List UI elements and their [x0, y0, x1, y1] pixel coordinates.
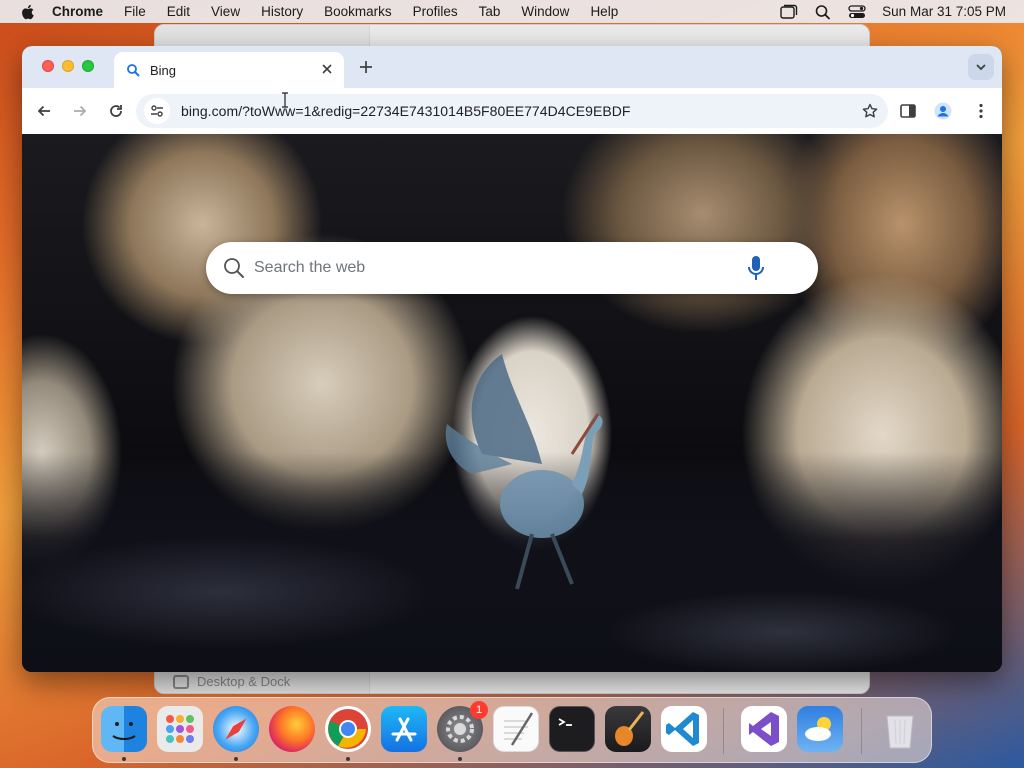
system-settings-running-dot — [458, 757, 462, 761]
profile-avatar-icon[interactable] — [934, 102, 952, 120]
menu-file[interactable]: File — [124, 4, 146, 19]
tune-settings-icon — [151, 105, 163, 117]
window-switcher-icon[interactable] — [780, 4, 798, 20]
google-chrome-icon[interactable] — [325, 706, 371, 752]
control-center-icon[interactable] — [848, 4, 866, 20]
launchpad-grid-icon — [166, 715, 194, 743]
chrome-window: Bing bing.com/?toWww=1&redig=22734E74310… — [22, 46, 1002, 672]
search-icon — [127, 64, 140, 77]
menu-bar: Chrome File Edit View History Bookmarks … — [0, 0, 1024, 23]
forward-arrow-icon[interactable] — [72, 103, 88, 119]
chrome-logo-icon — [328, 709, 368, 749]
menu-help[interactable]: Help — [590, 4, 618, 19]
trash-can-icon — [886, 715, 914, 749]
search-input[interactable] — [254, 253, 724, 283]
terminal-icon[interactable] — [549, 706, 595, 752]
status-area: Sun Mar 31 7:05 PM — [764, 0, 1006, 23]
guitar-icon — [615, 711, 645, 746]
bing-page — [22, 134, 1002, 672]
menu-view[interactable]: View — [211, 4, 240, 19]
painted-egg-crane-image — [445, 354, 603, 590]
new-tab-icon[interactable] — [358, 59, 374, 75]
microphone-icon[interactable] — [746, 254, 766, 282]
visual-studio-icon[interactable] — [741, 706, 787, 752]
sidebar-item-label: Desktop & Dock — [197, 674, 291, 689]
close-window-button[interactable] — [42, 60, 54, 72]
dock: 1 — [92, 697, 932, 763]
safari-running-dot — [234, 757, 238, 761]
visual-studio-logo-icon — [749, 712, 779, 746]
reload-icon[interactable] — [108, 103, 124, 119]
maximize-window-button[interactable] — [82, 60, 94, 72]
back-arrow-icon[interactable] — [36, 103, 52, 119]
bing-search-box[interactable] — [206, 242, 818, 294]
menu-window[interactable]: Window — [521, 4, 569, 19]
finder-running-dot — [122, 757, 126, 761]
menu-app-name[interactable]: Chrome — [52, 4, 103, 19]
chevron-down-icon — [976, 64, 986, 71]
dock-separator — [723, 708, 724, 754]
tab-title: Bing — [150, 62, 177, 78]
visual-studio-code-icon[interactable] — [661, 706, 707, 752]
spotlight-search-icon[interactable] — [814, 4, 832, 20]
bookmark-star-icon[interactable] — [862, 103, 878, 119]
url-text[interactable]: bing.com/?toWww=1&redig=22734E7431014B5F… — [181, 103, 631, 119]
finder-face-icon — [112, 722, 136, 740]
menu-profiles[interactable]: Profiles — [413, 4, 458, 19]
side-panel-icon[interactable] — [899, 102, 917, 120]
tab-strip: Bing — [22, 46, 1002, 88]
weather-icon[interactable] — [797, 706, 843, 752]
text-cursor-icon — [282, 92, 288, 108]
menu-history[interactable]: History — [261, 4, 303, 19]
app-store-icon[interactable] — [381, 706, 427, 752]
menu-tab[interactable]: Tab — [479, 4, 501, 19]
menu-edit[interactable]: Edit — [167, 4, 190, 19]
apple-menu-icon[interactable] — [18, 3, 38, 21]
menubar-clock[interactable]: Sun Mar 31 7:05 PM — [882, 4, 1006, 19]
address-bar[interactable]: bing.com/?toWww=1&redig=22734E7431014B5F… — [136, 94, 888, 128]
sun-cloud-icon — [805, 717, 831, 741]
vscode-logo-icon — [666, 712, 699, 746]
textedit-icon[interactable] — [493, 706, 539, 752]
minimize-window-button[interactable] — [62, 60, 74, 72]
desktop-dock-icon — [173, 674, 189, 689]
search-icon — [224, 258, 244, 278]
trash-icon[interactable] — [877, 706, 923, 752]
chrome-running-dot — [346, 757, 350, 761]
window-controls — [42, 60, 102, 72]
pen-paper-icon — [504, 712, 534, 746]
terminal-prompt-icon — [558, 718, 572, 726]
tab-bing[interactable]: Bing — [114, 52, 344, 88]
more-options-icon[interactable] — [972, 102, 990, 120]
compass-icon — [225, 718, 247, 740]
app-store-a-icon — [391, 717, 417, 742]
menu-bookmarks[interactable]: Bookmarks — [324, 4, 392, 19]
tab-search-button[interactable] — [968, 54, 994, 80]
safari-icon[interactable] — [213, 706, 259, 752]
sidebar-item-desktop-dock[interactable]: Desktop & Dock — [173, 674, 290, 689]
notification-badge: 1 — [470, 701, 488, 719]
finder-icon[interactable] — [101, 706, 147, 752]
launchpad-icon[interactable] — [157, 706, 203, 752]
garageband-icon[interactable] — [605, 706, 651, 752]
dock-separator — [861, 708, 862, 754]
browser-toolbar: bing.com/?toWww=1&redig=22734E7431014B5F… — [22, 88, 1002, 134]
site-info-button[interactable] — [144, 98, 170, 124]
close-tab-icon[interactable] — [320, 62, 334, 76]
firefox-icon[interactable] — [269, 706, 315, 752]
